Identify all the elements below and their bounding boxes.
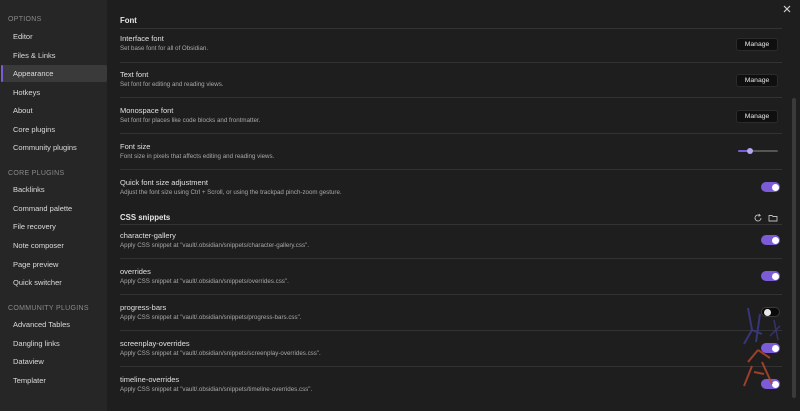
- setting-title-monospace-font: Monospace font: [120, 106, 174, 115]
- slider-thumb[interactable]: [747, 148, 753, 154]
- text-font-manage-button[interactable]: Manage: [736, 74, 778, 87]
- sidebar-item-appearance[interactable]: Appearance: [1, 65, 107, 82]
- divider: [120, 258, 782, 259]
- sidebar-item-editor[interactable]: Editor: [1, 28, 107, 45]
- setting-desc-font-size: Font size in pixels that affects editing…: [120, 153, 275, 160]
- snippet-title: overrides: [120, 267, 151, 276]
- divider: [120, 133, 782, 134]
- divider: [120, 294, 782, 295]
- snippet-toggle-screenplay-overrides[interactable]: [761, 343, 780, 353]
- sidebar-item-dangling-links[interactable]: Dangling links: [1, 335, 107, 352]
- sidebar-item-note-composer[interactable]: Note composer: [1, 237, 107, 254]
- snippet-desc: Apply CSS snippet at "vault/.obsidian/sn…: [120, 350, 321, 357]
- sidebar-item-community-plugins[interactable]: Community plugins: [1, 139, 107, 156]
- sidebar-item-advanced-tables[interactable]: Advanced Tables: [1, 316, 107, 333]
- snippet-desc: Apply CSS snippet at "vault/.obsidian/sn…: [120, 314, 302, 321]
- sidebar-item-files-links[interactable]: Files & Links: [1, 47, 107, 64]
- setting-title-quick-font-size: Quick font size adjustment: [120, 178, 208, 187]
- toggle-knob: [771, 236, 779, 244]
- sidebar-item-file-recovery[interactable]: File recovery: [1, 218, 107, 235]
- settings-sidebar: Options Editor Files & Links Appearance …: [0, 0, 107, 411]
- sidebar-item-page-preview[interactable]: Page preview: [1, 256, 107, 273]
- divider: [120, 28, 782, 29]
- setting-desc-quick-font-size: Adjust the font size using Ctrl + Scroll…: [120, 189, 342, 196]
- snippet-toggle-timeline-overrides[interactable]: [761, 379, 780, 389]
- section-title-css-snippets: CSS snippets: [120, 213, 171, 222]
- interface-font-manage-button[interactable]: Manage: [736, 38, 778, 51]
- snippet-desc: Apply CSS snippet at "vault/.obsidian/sn…: [120, 386, 313, 393]
- sidebar-item-about[interactable]: About: [1, 102, 107, 119]
- snippet-toggle-character-gallery[interactable]: [761, 235, 780, 245]
- sidebar-item-hotkeys[interactable]: Hotkeys: [1, 84, 107, 101]
- setting-title-font-size: Font size: [120, 142, 151, 151]
- quick-font-size-toggle[interactable]: [761, 182, 780, 192]
- snippet-title: screenplay-overrides: [120, 339, 190, 348]
- divider: [120, 169, 782, 170]
- divider: [120, 366, 782, 367]
- snippet-desc: Apply CSS snippet at "vault/.obsidian/sn…: [120, 242, 309, 249]
- setting-desc-monospace-font: Set font for places like code blocks and…: [120, 117, 261, 124]
- toggle-knob: [771, 380, 779, 388]
- toggle-knob: [771, 272, 779, 280]
- divider: [120, 62, 782, 63]
- sidebar-header-community-plugins: Community plugins: [8, 305, 89, 312]
- scrollbar[interactable]: [792, 98, 796, 398]
- sidebar-item-quick-switcher[interactable]: Quick switcher: [1, 274, 107, 291]
- setting-desc-interface-font: Set base font for all of Obsidian.: [120, 45, 209, 52]
- sidebar-item-templater[interactable]: Templater: [1, 372, 107, 389]
- sidebar-item-command-palette[interactable]: Command palette: [1, 200, 107, 217]
- section-title-font: Font: [120, 16, 137, 25]
- toggle-knob: [771, 344, 779, 352]
- font-size-slider[interactable]: [738, 148, 778, 154]
- setting-title-interface-font: Interface font: [120, 34, 164, 43]
- toggle-knob: [771, 183, 779, 191]
- sidebar-item-dataview[interactable]: Dataview: [1, 353, 107, 370]
- snippet-toggle-progress-bars[interactable]: [761, 307, 780, 317]
- folder-icon[interactable]: [768, 213, 778, 223]
- reload-icon[interactable]: [753, 213, 763, 223]
- snippet-title: timeline-overrides: [120, 375, 180, 384]
- sidebar-item-backlinks[interactable]: Backlinks: [1, 181, 107, 198]
- divider: [120, 330, 782, 331]
- divider: [120, 224, 782, 225]
- sidebar-header-core-plugins: Core plugins: [8, 170, 65, 177]
- snippet-title: progress-bars: [120, 303, 167, 312]
- divider: [120, 97, 782, 98]
- close-icon[interactable]: [781, 4, 793, 16]
- setting-title-text-font: Text font: [120, 70, 149, 79]
- sidebar-header-options: Options: [8, 16, 42, 23]
- monospace-font-manage-button[interactable]: Manage: [736, 110, 778, 123]
- sidebar-item-core-plugins[interactable]: Core plugins: [1, 121, 107, 138]
- snippet-toggle-overrides[interactable]: [761, 271, 780, 281]
- snippet-title: character-gallery: [120, 231, 176, 240]
- snippet-desc: Apply CSS snippet at "vault/.obsidian/sn…: [120, 278, 289, 285]
- toggle-knob: [763, 308, 771, 316]
- setting-desc-text-font: Set font for editing and reading views.: [120, 81, 224, 88]
